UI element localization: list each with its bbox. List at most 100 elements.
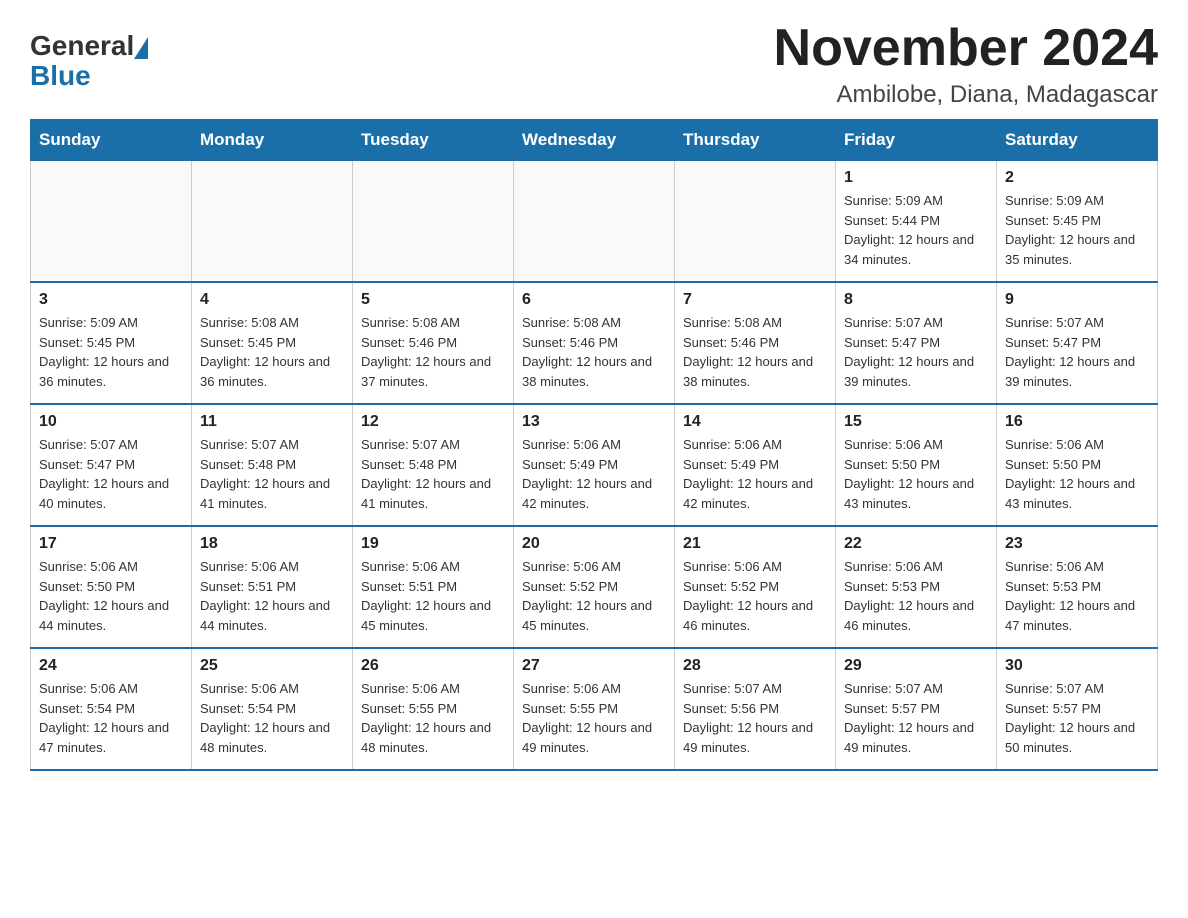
- header-monday: Monday: [192, 120, 353, 161]
- day-number: 7: [683, 291, 827, 309]
- day-info: Sunrise: 5:06 AMSunset: 5:50 PMDaylight:…: [844, 435, 988, 513]
- logo-text-general: General: [30, 30, 134, 62]
- table-row: 1Sunrise: 5:09 AMSunset: 5:44 PMDaylight…: [836, 161, 997, 283]
- day-number: 15: [844, 413, 988, 431]
- day-info: Sunrise: 5:07 AMSunset: 5:48 PMDaylight:…: [361, 435, 505, 513]
- day-number: 26: [361, 657, 505, 675]
- table-row: 20 Sunrise: 5:06 AMSunset: 5:52 PMDayligh…: [514, 526, 675, 648]
- day-info: Sunrise: 5:08 AMSunset: 5:46 PMDaylight:…: [683, 313, 827, 391]
- day-number: 20: [522, 535, 666, 553]
- day-info: Sunrise: 5:07 AMSunset: 5:47 PMDaylight:…: [39, 435, 183, 513]
- day-info: Sunrise: 5:06 AMSunset: 5:53 PMDaylight:…: [844, 557, 988, 635]
- day-info: Sunrise: 5:06 AMSunset: 5:49 PMDaylight:…: [522, 435, 666, 513]
- logo-text-blue: Blue: [30, 60, 148, 92]
- day-info: Sunrise: 5:06 AMSunset: 5:54 PMDaylight:…: [200, 679, 344, 757]
- logo-triangle-icon: [134, 37, 148, 59]
- day-number: 3: [39, 291, 183, 309]
- day-info: Sunrise: 5:06 AMSunset: 5:49 PMDaylight:…: [683, 435, 827, 513]
- day-info: Sunrise: 5:06 AMSunset: 5:51 PMDaylight:…: [200, 557, 344, 635]
- table-row: 5 Sunrise: 5:08 AMSunset: 5:46 PMDaylight…: [353, 282, 514, 404]
- title-block: November 2024 Ambilobe, Diana, Madagasca…: [774, 20, 1158, 109]
- day-info: Sunrise: 5:07 AMSunset: 5:47 PMDaylight:…: [844, 313, 988, 391]
- day-info: Sunrise: 5:06 AMSunset: 5:50 PMDaylight:…: [39, 557, 183, 635]
- header-thursday: Thursday: [675, 120, 836, 161]
- header-wednesday: Wednesday: [514, 120, 675, 161]
- calendar-week-row: 10 Sunrise: 5:07 AMSunset: 5:47 PMDayligh…: [31, 404, 1158, 526]
- day-number: 9: [1005, 291, 1149, 309]
- day-info: Sunrise: 5:06 AMSunset: 5:50 PMDaylight:…: [1005, 435, 1149, 513]
- calendar-week-row: 17 Sunrise: 5:06 AMSunset: 5:50 PMDayligh…: [31, 526, 1158, 648]
- day-number: 14: [683, 413, 827, 431]
- day-number: 17: [39, 535, 183, 553]
- table-row: 16 Sunrise: 5:06 AMSunset: 5:50 PMDayligh…: [997, 404, 1158, 526]
- table-row: 17 Sunrise: 5:06 AMSunset: 5:50 PMDayligh…: [31, 526, 192, 648]
- day-number: 10: [39, 413, 183, 431]
- day-number: 28: [683, 657, 827, 675]
- day-info: Sunrise: 5:07 AMSunset: 5:47 PMDaylight:…: [1005, 313, 1149, 391]
- table-row: 4Sunrise: 5:08 AMSunset: 5:45 PMDaylight…: [192, 282, 353, 404]
- table-row: 21 Sunrise: 5:06 AMSunset: 5:52 PMDayligh…: [675, 526, 836, 648]
- calendar-table: Sunday Monday Tuesday Wednesday Thursday…: [30, 119, 1158, 771]
- day-number: 18: [200, 535, 344, 553]
- table-row: 19Sunrise: 5:06 AMSunset: 5:51 PMDayligh…: [353, 526, 514, 648]
- table-row: 18 Sunrise: 5:06 AMSunset: 5:51 PMDayligh…: [192, 526, 353, 648]
- day-number: 8: [844, 291, 988, 309]
- day-number: 16: [1005, 413, 1149, 431]
- day-number: 30: [1005, 657, 1149, 675]
- table-row: 15 Sunrise: 5:06 AMSunset: 5:50 PMDayligh…: [836, 404, 997, 526]
- day-info: Sunrise: 5:06 AMSunset: 5:52 PMDaylight:…: [522, 557, 666, 635]
- table-row: 12 Sunrise: 5:07 AMSunset: 5:48 PMDayligh…: [353, 404, 514, 526]
- day-info: Sunrise: 5:09 AMSunset: 5:45 PMDaylight:…: [1005, 191, 1149, 269]
- day-info: Sunrise: 5:06 AMSunset: 5:53 PMDaylight:…: [1005, 557, 1149, 635]
- day-number: 24: [39, 657, 183, 675]
- calendar-subtitle: Ambilobe, Diana, Madagascar: [774, 81, 1158, 109]
- table-row: 24 Sunrise: 5:06 AMSunset: 5:54 PMDayligh…: [31, 648, 192, 770]
- calendar-week-row: 24 Sunrise: 5:06 AMSunset: 5:54 PMDayligh…: [31, 648, 1158, 770]
- day-number: 29: [844, 657, 988, 675]
- table-row: 23 Sunrise: 5:06 AMSunset: 5:53 PMDayligh…: [997, 526, 1158, 648]
- day-info: Sunrise: 5:07 AMSunset: 5:57 PMDaylight:…: [1005, 679, 1149, 757]
- day-number: 1: [844, 169, 988, 187]
- day-number: 23: [1005, 535, 1149, 553]
- day-info: Sunrise: 5:07 AMSunset: 5:57 PMDaylight:…: [844, 679, 988, 757]
- day-number: 22: [844, 535, 988, 553]
- table-row: 26Sunrise: 5:06 AMSunset: 5:55 PMDayligh…: [353, 648, 514, 770]
- day-number: 4: [200, 291, 344, 309]
- table-row: 13 Sunrise: 5:06 AMSunset: 5:49 PMDayligh…: [514, 404, 675, 526]
- day-number: 21: [683, 535, 827, 553]
- calendar-title: November 2024: [774, 20, 1158, 77]
- table-row: [31, 161, 192, 283]
- day-number: 11: [200, 413, 344, 431]
- day-info: Sunrise: 5:08 AMSunset: 5:46 PMDaylight:…: [361, 313, 505, 391]
- day-number: 5: [361, 291, 505, 309]
- header-tuesday: Tuesday: [353, 120, 514, 161]
- day-info: Sunrise: 5:06 AMSunset: 5:52 PMDaylight:…: [683, 557, 827, 635]
- day-info: Sunrise: 5:08 AMSunset: 5:46 PMDaylight:…: [522, 313, 666, 391]
- table-row: 11 Sunrise: 5:07 AMSunset: 5:48 PMDayligh…: [192, 404, 353, 526]
- day-number: 13: [522, 413, 666, 431]
- table-row: [675, 161, 836, 283]
- day-info: Sunrise: 5:09 AMSunset: 5:45 PMDaylight:…: [39, 313, 183, 391]
- day-number: 2: [1005, 169, 1149, 187]
- day-info: Sunrise: 5:06 AMSunset: 5:55 PMDaylight:…: [522, 679, 666, 757]
- table-row: 9 Sunrise: 5:07 AMSunset: 5:47 PMDaylight…: [997, 282, 1158, 404]
- table-row: [514, 161, 675, 283]
- header-friday: Friday: [836, 120, 997, 161]
- day-info: Sunrise: 5:07 AMSunset: 5:48 PMDaylight:…: [200, 435, 344, 513]
- table-row: 25Sunrise: 5:06 AMSunset: 5:54 PMDayligh…: [192, 648, 353, 770]
- page-header: General Blue November 2024 Ambilobe, Dia…: [30, 20, 1158, 109]
- table-row: [353, 161, 514, 283]
- table-row: 28 Sunrise: 5:07 AMSunset: 5:56 PMDayligh…: [675, 648, 836, 770]
- table-row: 3 Sunrise: 5:09 AMSunset: 5:45 PMDaylight…: [31, 282, 192, 404]
- day-number: 12: [361, 413, 505, 431]
- day-info: Sunrise: 5:06 AMSunset: 5:51 PMDaylight:…: [361, 557, 505, 635]
- day-info: Sunrise: 5:06 AMSunset: 5:54 PMDaylight:…: [39, 679, 183, 757]
- calendar-week-row: 3 Sunrise: 5:09 AMSunset: 5:45 PMDaylight…: [31, 282, 1158, 404]
- table-row: 10 Sunrise: 5:07 AMSunset: 5:47 PMDayligh…: [31, 404, 192, 526]
- day-info: Sunrise: 5:07 AMSunset: 5:56 PMDaylight:…: [683, 679, 827, 757]
- table-row: 7 Sunrise: 5:08 AMSunset: 5:46 PMDaylight…: [675, 282, 836, 404]
- table-row: 29 Sunrise: 5:07 AMSunset: 5:57 PMDayligh…: [836, 648, 997, 770]
- table-row: 6Sunrise: 5:08 AMSunset: 5:46 PMDaylight…: [514, 282, 675, 404]
- header-saturday: Saturday: [997, 120, 1158, 161]
- table-row: 27Sunrise: 5:06 AMSunset: 5:55 PMDayligh…: [514, 648, 675, 770]
